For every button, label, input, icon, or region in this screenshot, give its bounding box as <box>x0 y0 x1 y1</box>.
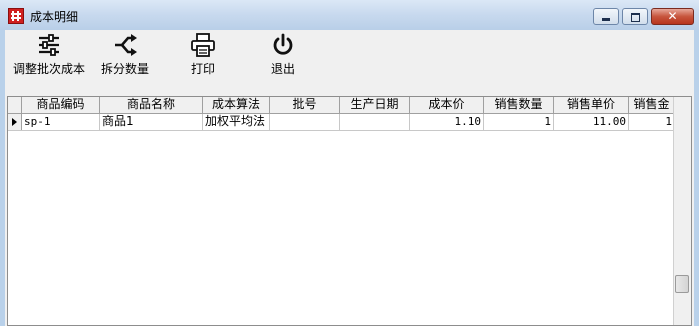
cell-price[interactable]: 11.00 <box>554 114 629 130</box>
current-row-indicator-icon <box>8 114 22 130</box>
column-header-amount[interactable]: 销售金 <box>629 97 675 113</box>
maximize-button[interactable] <box>622 8 648 25</box>
cell-method[interactable]: 加权平均法 <box>203 114 270 130</box>
cell-qty[interactable]: 1 <box>484 114 554 130</box>
client-area: 调整批次成本 拆分数量 打印 退出 商品编码 商品名称 成本算法 批号 生产日期… <box>5 30 694 326</box>
printer-icon <box>191 33 215 57</box>
adjust-batch-cost-label: 调整批次成本 <box>12 62 85 76</box>
maximize-icon <box>631 13 640 22</box>
grid-header: 商品编码 商品名称 成本算法 批号 生产日期 成本价 销售数量 销售单价 销售金 <box>8 97 691 114</box>
table-row[interactable]: sp-1 商品1 加权平均法 1.10 1 11.00 1 <box>8 114 691 131</box>
cell-amount[interactable]: 1 <box>629 114 675 130</box>
cell-batch[interactable] <box>270 114 340 130</box>
toolbar: 调整批次成本 拆分数量 打印 退出 <box>5 30 694 94</box>
split-arrows-icon <box>115 34 137 56</box>
cell-cost[interactable]: 1.10 <box>410 114 484 130</box>
print-label: 打印 <box>190 62 215 76</box>
adjust-batch-cost-button[interactable]: 调整批次成本 <box>9 32 89 90</box>
column-header-name[interactable]: 商品名称 <box>100 97 203 113</box>
print-button[interactable]: 打印 <box>185 32 221 90</box>
scrollbar-thumb[interactable] <box>675 275 689 293</box>
close-icon: ✕ <box>667 9 678 23</box>
sliders-icon <box>39 34 59 56</box>
cost-detail-grid[interactable]: 商品编码 商品名称 成本算法 批号 生产日期 成本价 销售数量 销售单价 销售金… <box>7 96 692 326</box>
split-quantity-button[interactable]: 拆分数量 <box>97 32 153 90</box>
app-window: 成本明细 ✕ 调整批次成本 拆分数量 打印 退出 商品编码 商品名称 成本算法 … <box>0 0 699 326</box>
exit-label: 退出 <box>270 62 295 76</box>
power-icon <box>273 33 293 55</box>
column-header-code[interactable]: 商品编码 <box>22 97 100 113</box>
vertical-scrollbar[interactable] <box>673 97 691 325</box>
title-bar[interactable]: 成本明细 ✕ <box>0 0 699 30</box>
column-header-qty[interactable]: 销售数量 <box>484 97 554 113</box>
column-header-date[interactable]: 生产日期 <box>340 97 410 113</box>
exit-button[interactable]: 退出 <box>265 32 301 90</box>
cell-code[interactable]: sp-1 <box>22 114 100 130</box>
column-header-batch[interactable]: 批号 <box>270 97 340 113</box>
window-title: 成本明细 <box>30 10 79 24</box>
cell-date[interactable] <box>340 114 410 130</box>
column-header-method[interactable]: 成本算法 <box>203 97 270 113</box>
header-corner <box>8 97 22 113</box>
column-header-cost[interactable]: 成本价 <box>410 97 484 113</box>
app-grid-icon <box>8 8 24 24</box>
minimize-button[interactable] <box>593 8 619 25</box>
close-button[interactable]: ✕ <box>651 8 694 25</box>
cell-name[interactable]: 商品1 <box>100 114 203 130</box>
split-quantity-label: 拆分数量 <box>100 62 149 76</box>
minimize-icon <box>602 18 610 21</box>
column-header-price[interactable]: 销售单价 <box>554 97 629 113</box>
